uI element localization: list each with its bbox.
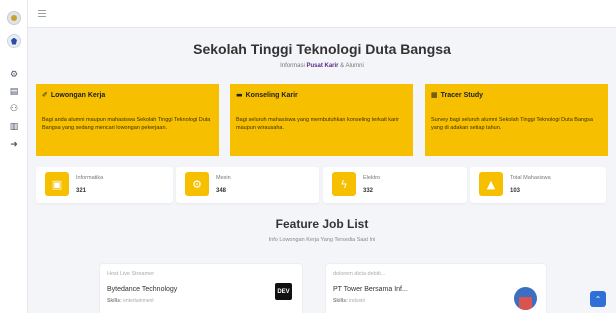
- info-card-konseling-karir[interactable]: ▬ Konseling Karir Bagi seluruh mahasiswa…: [230, 84, 413, 156]
- stat-value: 103: [510, 188, 521, 194]
- job-card[interactable]: Host Live Streamer Bytedance Technology …: [99, 263, 303, 313]
- gears-icon: ⚙: [185, 172, 209, 196]
- bolt-icon: ϟ: [332, 172, 356, 196]
- job-skills: Skills: entertainment: [107, 298, 154, 304]
- chalkboard-icon: ▬: [236, 91, 243, 99]
- skills-label: Skills:: [107, 298, 122, 304]
- info-card-header: ✐ Lowongan Kerja: [42, 91, 213, 99]
- document-icon[interactable]: ▤: [8, 87, 20, 98]
- job-position: dolorem dicta debiti...: [333, 271, 386, 277]
- job-card[interactable]: dolorem dicta debiti... PT Tower Bersama…: [325, 263, 547, 313]
- info-card-header: ▬ Konseling Karir: [236, 91, 407, 99]
- building-icon[interactable]: ▥: [8, 122, 20, 133]
- calendar-icon: ▦: [431, 91, 438, 99]
- job-skills: Skills: industri: [333, 298, 365, 304]
- info-card-body: Survey bagi seluruh alumni Sekolah Tingg…: [431, 117, 593, 131]
- users-icon[interactable]: ⚇: [8, 104, 20, 115]
- page-subtitle: Informasi Pusat Karir & Alumni: [28, 63, 616, 69]
- laptop-icon: ▣: [45, 172, 69, 196]
- subtitle-prefix: Informasi: [280, 63, 305, 69]
- stat-value: 348: [216, 188, 227, 194]
- stat-card-mesin: ⚙ Mesin 348: [176, 167, 319, 203]
- stat-label: Total Mahasiswa: [510, 175, 551, 181]
- info-card-header: ▦ Tracer Study: [431, 91, 602, 99]
- company-logo: DEV: [275, 283, 292, 300]
- job-position: Host Live Streamer: [107, 271, 155, 277]
- info-card-body: Bagi seluruh mahasiswa yang membutuhkan …: [236, 117, 399, 131]
- career-center-logo[interactable]: [7, 34, 21, 48]
- stat-label: Elektro: [363, 175, 381, 181]
- info-card-title: Konseling Karir: [245, 91, 298, 99]
- logout-icon[interactable]: ➜: [8, 140, 20, 151]
- pen-icon: ✐: [42, 91, 48, 99]
- info-card-title: Tracer Study: [440, 91, 484, 99]
- stat-card-informatika: ▣ Informatika 321: [36, 167, 173, 203]
- skills-value: entertainment: [123, 298, 154, 304]
- dashboard-icon[interactable]: ⚙: [8, 70, 20, 81]
- scroll-to-top-button[interactable]: ⌃: [590, 291, 606, 307]
- stat-label: Mesin: [216, 175, 231, 181]
- info-card-body: Bagi anda alumni maupun mahasiswa Sekola…: [42, 117, 211, 131]
- subtitle-suffix: & Alumni: [340, 63, 364, 69]
- job-company[interactable]: Bytedance Technology: [107, 286, 177, 293]
- stat-label: Informatika: [76, 175, 104, 181]
- stat-value: 332: [363, 188, 374, 194]
- menu-toggle-icon[interactable]: [38, 10, 46, 17]
- feature-title: Feature Job List: [275, 217, 369, 231]
- job-company[interactable]: PT Tower Bersama Inf...: [333, 286, 408, 293]
- company-logo: [514, 287, 537, 310]
- stat-value: 321: [76, 188, 87, 194]
- feature-subtitle: Info Lowongan Kerja Yang Tersedia Saat I…: [268, 237, 376, 243]
- graduation-cap-icon: ▲: [479, 172, 503, 196]
- sidebar: ⚙ ▤ ⚇ ▥ ➜: [0, 0, 28, 313]
- info-card-lowongan-kerja[interactable]: ✐ Lowongan Kerja Bagi anda alumni maupun…: [36, 84, 219, 156]
- university-logo[interactable]: [7, 11, 21, 25]
- page-title: Sekolah Tinggi Teknologi Duta Bangsa: [193, 41, 451, 57]
- top-bar: [28, 0, 616, 28]
- info-card-title: Lowongan Kerja: [50, 91, 106, 99]
- chevron-up-icon: ⌃: [594, 294, 602, 304]
- info-card-tracer-study[interactable]: ▦ Tracer Study Survey bagi seluruh alumn…: [425, 84, 608, 156]
- skills-label: Skills:: [333, 298, 348, 304]
- stat-card-elektro: ϟ Elektro 332: [323, 167, 467, 203]
- stat-card-total-mahasiswa: ▲ Total Mahasiswa 103: [470, 167, 606, 203]
- skills-value: industri: [349, 298, 366, 304]
- subtitle-strong: Pusat Karir: [306, 63, 339, 69]
